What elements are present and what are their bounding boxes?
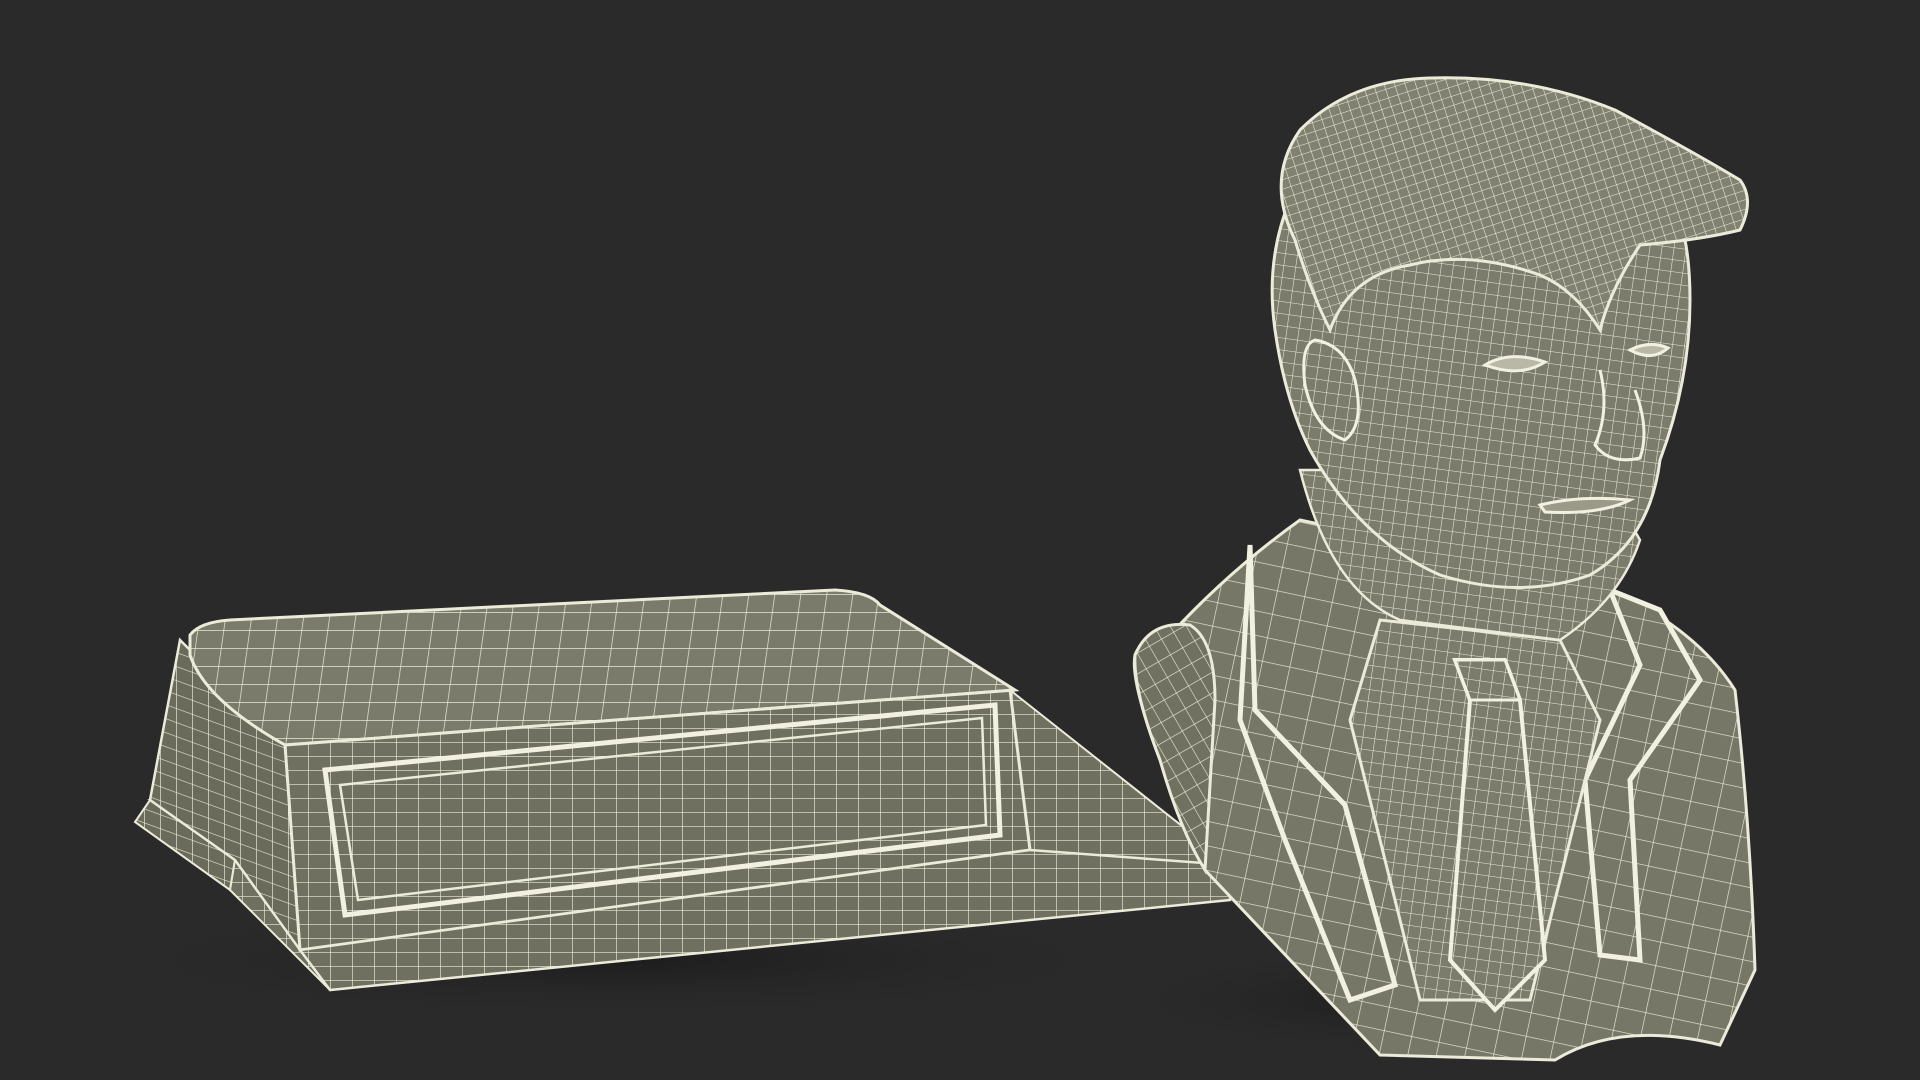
scene-svg	[60, 76, 1757, 1062]
pedestal-base	[60, 588, 1232, 1020]
bust	[1090, 76, 1757, 1062]
viewport	[0, 0, 1920, 1080]
